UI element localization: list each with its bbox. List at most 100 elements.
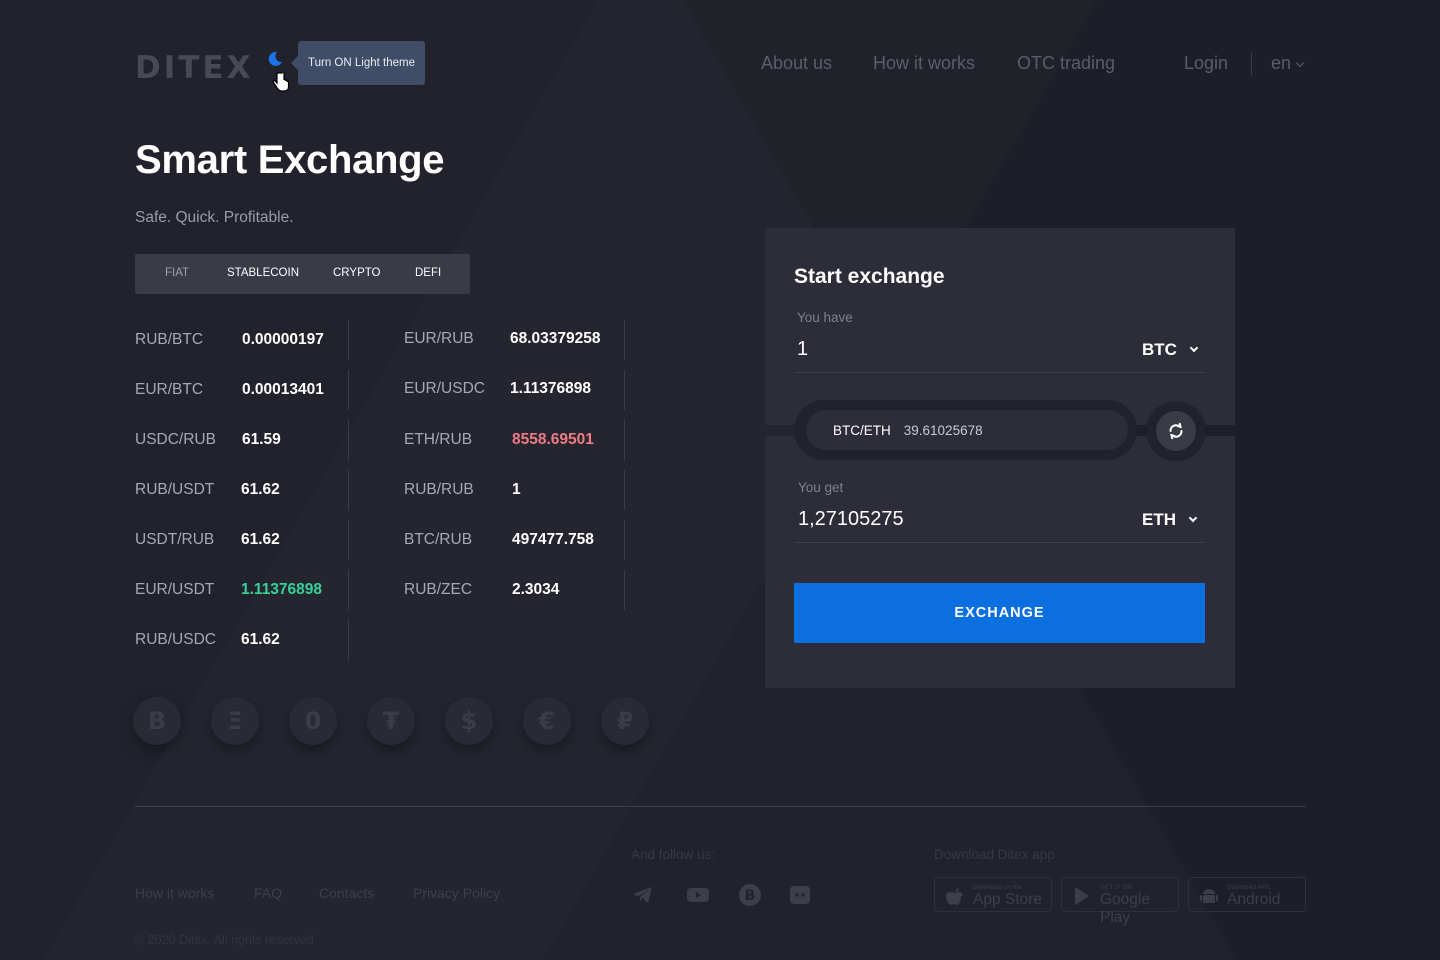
rate-pair: EUR/RUB <box>404 330 474 347</box>
rate-value: 61.62 <box>241 481 280 498</box>
rate-pair: RUB/USDT <box>135 481 215 498</box>
exchange-title: Start exchange <box>794 265 945 288</box>
login-link[interactable]: Login <box>1184 53 1228 74</box>
column-divider <box>624 570 625 610</box>
tab-fiat[interactable]: FIAT <box>165 267 189 279</box>
android-icon <box>1200 889 1218 903</box>
rate-value: 0.00000197 <box>242 331 324 348</box>
you-have-label: You have <box>797 310 853 325</box>
get-currency-select[interactable]: ETH <box>1142 510 1198 530</box>
rate-pill-pair: BTC/ETH <box>833 422 891 438</box>
tab-crypto[interactable]: CRYPTO <box>333 267 381 279</box>
have-currency-label: BTC <box>1142 340 1177 359</box>
you-get-label: You get <box>798 480 844 495</box>
footer-link-faq[interactable]: FAQ <box>254 885 282 901</box>
page-subtitle: Safe. Quick. Profitable. <box>135 209 294 226</box>
exchange-card-top <box>765 228 1235 425</box>
nav-how-it-works[interactable]: How it works <box>873 53 975 74</box>
tab-stablecoin[interactable]: STABLECOIN <box>227 267 299 279</box>
store-small-text: Download on the <box>973 884 1022 891</box>
rate-pair: EUR/BTC <box>135 381 204 398</box>
you-have-input[interactable]: 1 <box>797 338 808 361</box>
column-divider <box>348 520 349 560</box>
footer-link-how-it-works[interactable]: How it works <box>135 885 214 901</box>
download-label: Download Ditex app <box>934 847 1055 862</box>
rate-value: 1 <box>512 481 521 498</box>
column-divider <box>624 520 625 560</box>
rate-pair: ETH/RUB <box>404 431 473 448</box>
rate-value: 2.3034 <box>512 581 560 598</box>
store-name: Google Play <box>1100 891 1150 926</box>
hand-cursor-icon <box>272 72 290 92</box>
you-get-output[interactable]: 1,27105275 <box>798 508 904 531</box>
zcash-icon: 0 <box>289 697 337 745</box>
language-selector[interactable]: en <box>1271 53 1305 74</box>
currency-tabs: FIAT STABLECOIN CRYPTO DEFI <box>135 254 470 294</box>
youtube-icon[interactable] <box>686 883 710 907</box>
euro-icon: € <box>523 697 571 745</box>
field-underline <box>794 372 1205 373</box>
nav-otc-trading[interactable]: OTC trading <box>1017 53 1115 74</box>
column-divider <box>348 320 349 360</box>
chevron-down-icon <box>1188 513 1198 523</box>
discord-icon[interactable] <box>788 883 812 907</box>
rate-value: 61.62 <box>241 631 280 648</box>
android-apk-badge[interactable]: Download APK Android <box>1188 877 1306 912</box>
chevron-down-icon <box>1189 343 1199 353</box>
tab-defi[interactable]: DEFI <box>415 267 441 279</box>
rate-pill-value: 39.61025678 <box>903 422 983 438</box>
refresh-icon <box>1169 422 1183 440</box>
copyright-text: © 2020 Ditex. All rights reserved <box>135 933 314 947</box>
store-name: Android <box>1227 891 1281 908</box>
store-small-text: Download APK <box>1227 884 1271 891</box>
column-divider <box>348 620 349 660</box>
column-divider <box>348 370 349 410</box>
footer-link-contacts[interactable]: Contacts <box>319 885 374 901</box>
rate-value: 1.11376898 <box>241 581 323 598</box>
field-underline <box>794 542 1205 543</box>
ethereum-icon: Ξ <box>211 697 259 745</box>
usdc-icon: $ <box>445 697 493 745</box>
exchange-button[interactable]: EXCHANGE <box>794 583 1205 643</box>
column-divider <box>348 420 349 460</box>
exchange-rate-display: BTC/ETH 39.61025678 <box>806 410 1128 450</box>
swap-button[interactable] <box>1156 411 1196 451</box>
app-store-badge[interactable]: Download on the App Store <box>934 877 1052 912</box>
column-divider <box>624 320 625 360</box>
nav-about-us[interactable]: About us <box>761 53 832 74</box>
bitcoin-icon: B <box>133 697 181 745</box>
language-label: en <box>1271 53 1292 73</box>
moon-icon[interactable] <box>266 50 284 68</box>
nav-divider <box>1251 52 1252 76</box>
rate-pair: EUR/USDT <box>135 581 215 598</box>
footer-link-privacy-policy[interactable]: Privacy Policy <box>413 885 500 901</box>
page-title: Smart Exchange <box>135 138 445 182</box>
follow-label: And follow us: <box>631 847 716 862</box>
have-currency-select[interactable]: BTC <box>1142 340 1199 360</box>
column-divider <box>624 370 625 410</box>
tooltip-text: Turn ON Light theme <box>308 57 415 69</box>
rate-pair: RUB/BTC <box>135 331 204 348</box>
telegram-icon[interactable] <box>631 883 655 907</box>
apple-icon <box>946 888 963 905</box>
rate-pair: EUR/USDC <box>404 380 485 397</box>
rate-value: 68.03379258 <box>510 330 601 347</box>
google-play-badge[interactable]: GET IT ON Google Play <box>1061 877 1179 926</box>
column-divider <box>624 470 625 510</box>
bitcoin-forum-icon[interactable]: B <box>738 883 762 907</box>
rate-value: 8558.69501 <box>512 431 594 448</box>
store-name: App Store <box>973 891 1042 908</box>
tether-icon: ₮ <box>367 697 415 745</box>
exchange-card-bottom <box>765 436 1235 688</box>
theme-tooltip: Turn ON Light theme <box>291 41 425 85</box>
footer-divider <box>135 806 1306 807</box>
rate-value: 0.00013401 <box>242 381 324 398</box>
store-small-text: GET IT ON <box>1100 884 1133 891</box>
column-divider <box>348 570 349 610</box>
google-play-icon <box>1075 887 1089 905</box>
rate-value: 497477.758 <box>512 531 594 548</box>
logo[interactable]: DITEX <box>135 50 254 86</box>
rate-pair: RUB/RUB <box>404 481 474 498</box>
chevron-down-icon <box>1295 58 1305 68</box>
rate-pair: RUB/ZEC <box>404 581 473 598</box>
